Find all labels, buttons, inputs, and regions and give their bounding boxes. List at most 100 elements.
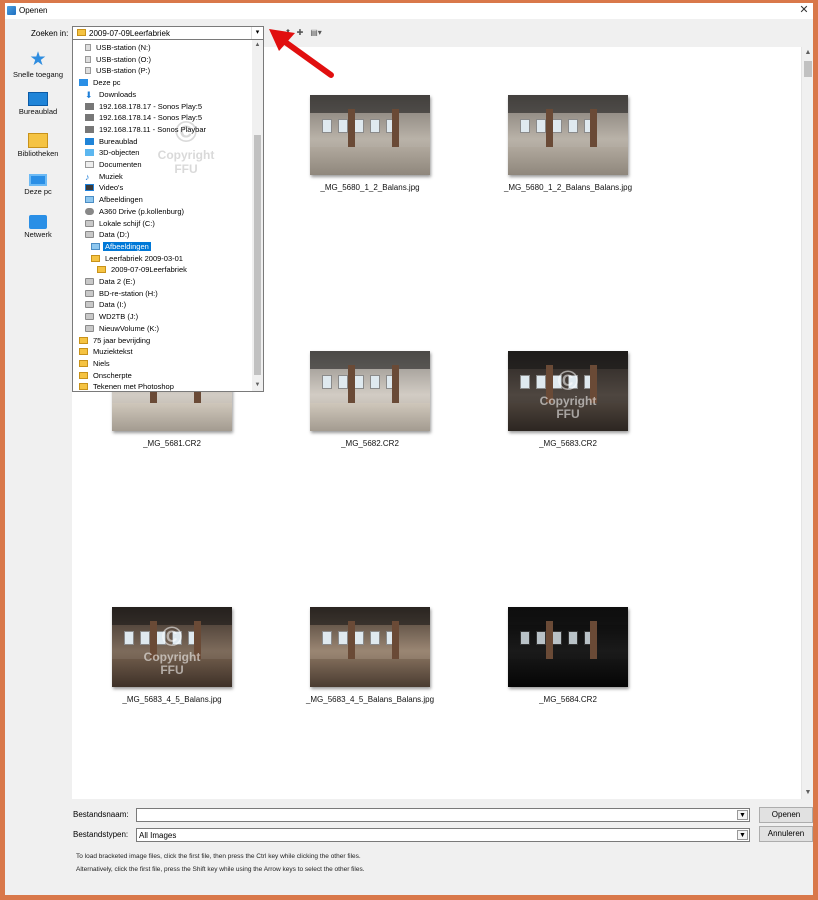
scroll-up-icon[interactable]: ▲: [802, 47, 813, 59]
dropdown-item-label: Video's: [99, 183, 124, 193]
dropdown-item[interactable]: 3D-objecten: [85, 147, 141, 159]
dropdown-item-label: Afbeeldingen: [99, 195, 143, 205]
file-thumbnail[interactable]: _MG_5680_1_2_Balans.jpg: [290, 95, 450, 192]
dropdown-item[interactable]: Bureaublad: [85, 136, 139, 148]
dropdown-item[interactable]: Muziektekst: [79, 346, 135, 358]
scroll-down-icon[interactable]: ▼: [252, 380, 263, 391]
open-button[interactable]: Openen: [759, 807, 813, 823]
file-thumbnail[interactable]: _MG_5682.CR2: [290, 351, 450, 448]
dropdown-item[interactable]: Data (D:): [85, 229, 131, 241]
dropdown-item-label: Leerfabriek 2009-03-01: [105, 253, 183, 263]
file-name: _MG_5680_1_2_Balans_Balans.jpg: [503, 183, 633, 192]
dropdown-item-label: Data 2 (E:): [99, 277, 136, 286]
photo-preview: [508, 607, 628, 687]
dropdown-item[interactable]: WD2TB (J:): [85, 311, 140, 323]
folder-icon: [91, 254, 100, 262]
place-this-pc[interactable]: Deze pc: [5, 174, 71, 211]
dropdown-item[interactable]: Leerfabriek 2009-03-01: [91, 253, 185, 265]
dropdown-item[interactable]: Niels: [79, 358, 112, 370]
chevron-down-icon[interactable]: ▼: [737, 810, 748, 820]
title-bar: Openen ✕: [5, 3, 813, 19]
dropdown-item[interactable]: NieuwVolume (K:): [85, 323, 161, 335]
dropdown-item[interactable]: ♪ Muziek: [85, 171, 125, 183]
look-in-combobox[interactable]: 2009-07-09Leerfabriek ▾: [72, 26, 264, 40]
dropdown-item[interactable]: 2009-07-09Leerfabriek: [97, 264, 189, 276]
place-desktop[interactable]: Bureaublad: [5, 92, 71, 129]
dropdown-item-label: Downloads: [99, 89, 137, 99]
dropdown-item-label: 3D-objecten: [99, 148, 140, 158]
dropdown-item[interactable]: USB-station (N:): [85, 42, 153, 54]
dropdown-item[interactable]: Afbeeldingen: [91, 241, 151, 253]
file-thumbnail[interactable]: _MG_5684.CR2: [488, 607, 648, 704]
drive-icon: [85, 219, 94, 227]
chevron-down-icon[interactable]: ▾: [251, 27, 263, 39]
place-network[interactable]: Netwerk: [5, 215, 71, 252]
file-list-scrollbar[interactable]: ▲ ▼: [801, 47, 813, 799]
drive-icon: [85, 289, 94, 297]
dropdown-item[interactable]: 192.168.178.14 - Sonos Play:5: [85, 112, 204, 124]
dropdown-item[interactable]: A360 Drive (p.kollenburg): [85, 206, 186, 218]
dropdown-item[interactable]: 192.168.178.11 - Sonos Playbar: [85, 124, 208, 136]
folder-icon: [79, 371, 88, 379]
dropdown-item[interactable]: ⬇ Downloads: [85, 89, 138, 101]
dropdown-item-label: NieuwVolume (K:): [99, 323, 160, 333]
look-in-dropdown-list[interactable]: USB-station (N:) USB-station (O:) USB-stat…: [72, 39, 264, 392]
dropdown-item-label: Muziek: [99, 171, 123, 181]
photo-preview: [508, 95, 628, 175]
window-title: Openen: [19, 6, 48, 15]
dropdown-item[interactable]: Video's: [85, 182, 125, 194]
drive-icon: [85, 278, 94, 285]
dropdown-item[interactable]: BD-re-station (H:): [85, 288, 160, 300]
dropdown-item[interactable]: 192.168.178.17 - Sonos Play:5: [85, 101, 204, 113]
down-icon: ⬇: [85, 89, 93, 100]
place-label: Netwerk: [24, 230, 52, 239]
file-thumbnail[interactable]: _MG_5683_4_5_Balans_Balans.jpg: [290, 607, 450, 704]
scroll-up-icon[interactable]: ▲: [252, 40, 263, 51]
dropdown-item-label: 192.168.178.14 - Sonos Play:5: [99, 113, 202, 123]
cancel-button[interactable]: Annuleren: [759, 826, 813, 842]
photo-preview: [310, 95, 430, 175]
filetype-label: Bestandstypen:: [73, 830, 129, 839]
dropdown-item-label: BD-re-station (H:): [99, 288, 158, 298]
dropdown-item-label: USB-station (N:): [96, 43, 151, 52]
scroll-down-icon[interactable]: ▼: [802, 787, 813, 799]
filetype-select[interactable]: All Images ▼: [136, 828, 750, 842]
file-thumbnail[interactable]: © Copyright FFU _MG_5683_4_5_Balans.jpg: [92, 607, 252, 704]
dev-icon: [85, 114, 94, 122]
network-icon: [29, 215, 47, 229]
file-thumbnail[interactable]: _MG_5680_1_2_Balans_Balans.jpg: [488, 95, 648, 192]
chevron-down-icon[interactable]: ▼: [737, 830, 748, 840]
3d-icon: [85, 149, 94, 157]
dropdown-scrollbar[interactable]: ▲ ▼: [252, 40, 263, 391]
dropdown-item-label: Data (I:): [99, 300, 127, 310]
dropdown-item[interactable]: Documenten: [85, 159, 144, 171]
place-libraries[interactable]: Bibliotheken: [5, 133, 71, 170]
dropdown-item-label: 75 jaar bevrijding: [93, 335, 151, 345]
dropdown-item[interactable]: Tekenen met Photoshop: [79, 381, 176, 391]
file-thumbnail[interactable]: © Copyright FFU _MG_5683.CR2: [488, 351, 648, 448]
folder-icon: [77, 29, 86, 36]
dropdown-item[interactable]: Deze pc: [79, 77, 123, 89]
place-quick-access[interactable]: ★ Snelle toegang: [5, 50, 71, 88]
libraries-icon: [28, 133, 48, 148]
dropdown-item[interactable]: Afbeeldingen: [85, 194, 145, 206]
drive-icon: [85, 231, 94, 239]
dropdown-item[interactable]: Data (I:): [85, 299, 128, 311]
drive-icon: [85, 324, 94, 332]
dropdown-item[interactable]: USB-station (O:): [85, 54, 153, 66]
scrollbar-thumb[interactable]: [254, 135, 261, 375]
music-icon: ♪: [85, 171, 90, 182]
dropdown-item-label: Data (D:): [99, 230, 130, 240]
file-name: _MG_5683.CR2: [539, 439, 597, 448]
dropdown-item[interactable]: Onscherpte: [79, 370, 134, 382]
filename-input[interactable]: ▼: [136, 808, 750, 822]
dropdown-item[interactable]: 75 jaar bevrijding: [79, 335, 152, 347]
places-bar: ★ Snelle toegang Bureaublad Bibliotheken…: [5, 47, 71, 252]
dropdown-item[interactable]: Lokale schijf (C:): [85, 218, 157, 230]
close-button[interactable]: ✕: [797, 3, 811, 17]
scrollbar-thumb[interactable]: [804, 61, 812, 77]
dropdown-item[interactable]: Data 2 (E:): [85, 276, 137, 288]
open-dialog: Openen ✕ Zoeken in: 2009-07-09Leerfabrie…: [5, 3, 813, 895]
dropdown-item[interactable]: USB-station (P:): [85, 65, 152, 77]
copyright-watermark: © Copyright FFU: [539, 365, 597, 421]
